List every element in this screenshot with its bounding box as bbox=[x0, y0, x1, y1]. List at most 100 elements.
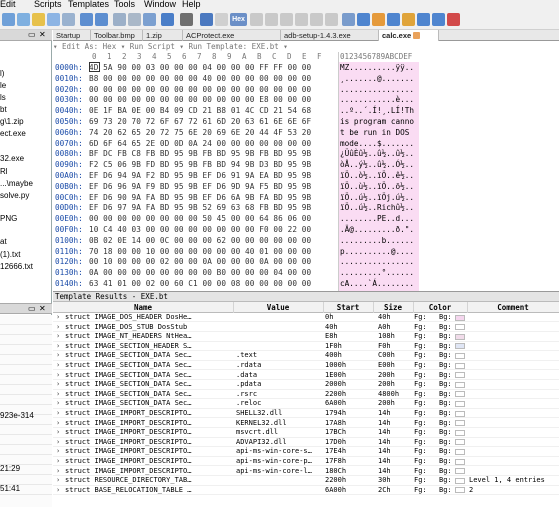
ascii-text[interactable]: cA....`Á........ bbox=[339, 278, 419, 289]
color-swatch[interactable] bbox=[455, 439, 465, 446]
redo-icon[interactable] bbox=[95, 13, 108, 26]
hex-row[interactable]: 0030h: 00 00 00 00 00 00 00 00 00 00 00 0… bbox=[53, 94, 559, 106]
tab-1-zip[interactable]: 1.zip bbox=[143, 30, 183, 41]
color-swatch[interactable] bbox=[455, 410, 465, 417]
hex-bytes[interactable]: 74 20 62 65 20 72 75 6E 20 69 6E 20 44 4… bbox=[89, 127, 311, 138]
bg-color-label[interactable]: Bg: bbox=[439, 467, 453, 476]
inspector-row[interactable] bbox=[0, 425, 52, 435]
fg-color-label[interactable]: Fg: bbox=[414, 313, 428, 322]
bg-color-label[interactable]: Bg: bbox=[439, 371, 453, 380]
hex-bytes[interactable]: 00 10 00 00 00 02 00 00 0A 00 00 00 0A 0… bbox=[89, 256, 311, 267]
file-item[interactable]: bt bbox=[0, 105, 7, 114]
fg-color-label[interactable]: Fg: bbox=[414, 399, 428, 408]
menu-tools[interactable]: Tools bbox=[114, 0, 135, 9]
color-swatch[interactable] bbox=[455, 458, 465, 465]
run-template-icon[interactable] bbox=[447, 13, 460, 26]
fg-color-label[interactable]: Fg: bbox=[414, 342, 428, 351]
file-item[interactable]: g\1.zip bbox=[0, 117, 24, 126]
fg-color-label[interactable]: Fg: bbox=[414, 371, 428, 380]
bg-color-label[interactable]: Bg: bbox=[439, 380, 453, 389]
template-row[interactable]: › struct IMAGE_SECTION_HEADER S… 1F0h F0h Fg… bbox=[53, 342, 559, 352]
inspector-row[interactable] bbox=[0, 345, 52, 355]
template-row[interactable]: › struct IMAGE_SECTION_DATA Sec… .rsrc 2200… bbox=[53, 390, 559, 400]
undo-icon[interactable] bbox=[80, 13, 93, 26]
ascii-text[interactable]: ................ bbox=[339, 256, 419, 268]
template-row[interactable]: › struct IMAGE_SECTION_DATA Sec… .reloc 6A0… bbox=[53, 399, 559, 409]
ascii-text[interactable]: ............è... bbox=[339, 94, 419, 106]
expand-arrow-icon[interactable]: › bbox=[56, 447, 60, 456]
ascii-text[interactable]: ¸.......@....... bbox=[339, 72, 419, 84]
fg-color-label[interactable]: Fg: bbox=[414, 419, 428, 428]
ascii-text[interactable]: .........°...... bbox=[339, 267, 419, 279]
expand-arrow-icon[interactable]: › bbox=[56, 457, 60, 466]
color-swatch[interactable] bbox=[455, 352, 465, 359]
expand-arrow-icon[interactable]: › bbox=[56, 361, 60, 370]
hex-row[interactable]: 00D0h: EF D6 97 9A FA BD 95 9B 52 69 63 6… bbox=[53, 202, 559, 214]
template-row[interactable]: › struct IMAGE_IMPORT_DESCRIPTO… api-ms-wi… bbox=[53, 467, 559, 476]
checksum-icon[interactable] bbox=[387, 13, 400, 26]
inspector-icon[interactable] bbox=[357, 13, 370, 26]
hex-bytes[interactable]: 00 00 00 00 00 00 00 00 00 00 00 00 00 0… bbox=[89, 84, 311, 95]
expand-arrow-icon[interactable]: › bbox=[56, 438, 60, 447]
color-swatch[interactable] bbox=[455, 324, 465, 331]
expand-arrow-icon[interactable]: › bbox=[56, 428, 60, 437]
color-swatch[interactable] bbox=[455, 391, 465, 398]
color-swatch[interactable] bbox=[455, 333, 465, 340]
tab-adb-setup[interactable]: adb-setup-1.4.3.exe bbox=[281, 30, 379, 41]
fg-color-label[interactable]: Fg: bbox=[414, 467, 428, 476]
print-icon[interactable] bbox=[180, 13, 193, 26]
expand-arrow-icon[interactable]: › bbox=[56, 467, 60, 476]
color-swatch[interactable] bbox=[455, 477, 465, 484]
template-row[interactable]: › struct IMAGE_NT_HEADERS NtHea… E8h 108h Fg… bbox=[53, 332, 559, 342]
hex-row[interactable]: 0080h: BF DC FB C8 FB BD 95 9B FB BD 95 9… bbox=[53, 148, 559, 160]
close-icon[interactable]: ✕ bbox=[39, 30, 46, 39]
fg-color-label[interactable]: Fg: bbox=[414, 351, 428, 360]
hex-row[interactable]: 0050h: 69 73 20 70 72 6F 67 72 61 6D 20 6… bbox=[53, 116, 559, 127]
bg-color-label[interactable]: Bg: bbox=[439, 323, 453, 332]
col-size[interactable]: Size bbox=[373, 302, 413, 313]
ascii-text[interactable]: .Ä@.........ð.". bbox=[339, 224, 419, 235]
hex-bytes[interactable]: 0E 1F BA 0E 00 B4 09 CD 21 B8 01 4C CD 2… bbox=[89, 105, 311, 116]
font-icon[interactable] bbox=[200, 13, 213, 26]
fg-color-label[interactable]: Fg: bbox=[414, 486, 428, 495]
hex-bytes[interactable]: 0B 02 0E 14 00 0C 00 00 00 62 00 00 00 0… bbox=[89, 235, 311, 246]
fg-color-label[interactable]: Fg: bbox=[414, 390, 428, 399]
template-row[interactable]: › struct IMAGE_DOS_HEADER DosHe… 0h 40h Fg: B… bbox=[53, 313, 559, 323]
hex-row[interactable]: 0020h: 00 00 00 00 00 00 00 00 00 00 00 0… bbox=[53, 83, 559, 95]
hex-row[interactable]: 0130h: 0A 00 00 00 00 00 00 00 00 B0 00 0… bbox=[53, 267, 559, 279]
hex-row[interactable]: 0100h: 0B 02 0E 14 00 0C 00 00 00 62 00 0… bbox=[53, 234, 559, 246]
paste-special-icon[interactable] bbox=[47, 13, 60, 26]
col-comment[interactable]: Comment bbox=[467, 302, 559, 313]
hex-bytes[interactable]: EF D6 96 9A F9 BD 95 9B EF D6 9D 9A F5 B… bbox=[89, 181, 311, 192]
hex-bytes[interactable]: BF DC FB C8 FB BD 95 9B FB BD 95 9B FB B… bbox=[89, 148, 311, 159]
hex-row[interactable]: 0060h: 74 20 62 65 20 72 75 6E 20 69 6E 2… bbox=[53, 126, 559, 138]
file-item[interactable]: ...\maybe bbox=[0, 179, 33, 188]
file-item[interactable]: solve.py bbox=[0, 191, 29, 200]
hex-row[interactable]: 0010h: B8 00 00 00 00 00 00 00 40 00 00 0… bbox=[53, 72, 559, 84]
ruler-icon[interactable] bbox=[325, 13, 338, 26]
hex-row[interactable]: 0110h: 70 18 00 00 10 00 00 00 00 00 00 4… bbox=[53, 245, 559, 257]
file-item[interactable]: at bbox=[0, 237, 7, 246]
ascii-text[interactable]: ïÖ..ù½..ïÖ..õ½.. bbox=[339, 180, 419, 192]
color-swatch[interactable] bbox=[455, 468, 465, 475]
expand-arrow-icon[interactable]: › bbox=[56, 380, 60, 389]
show-linefeeds-icon[interactable] bbox=[280, 13, 293, 26]
pin-icon[interactable]: ▭ bbox=[28, 30, 36, 39]
fg-color-label[interactable]: Fg: bbox=[414, 380, 428, 389]
inspector-row[interactable] bbox=[0, 335, 52, 345]
hex-row[interactable]: 0090h: F2 C5 06 9B FD BD 95 9B FB BD 94 9… bbox=[53, 159, 559, 171]
text-mode-icon[interactable] bbox=[215, 13, 228, 26]
tab-startup[interactable]: Startup bbox=[53, 30, 91, 41]
hex-row[interactable]: 0070h: 6D 6F 64 65 2E 0D 0D 0A 24 00 00 0… bbox=[53, 137, 559, 149]
bg-color-label[interactable]: Bg: bbox=[439, 447, 453, 456]
ascii-text[interactable]: mode....$....... bbox=[339, 137, 419, 149]
hex-bytes[interactable]: 69 73 20 70 72 6F 67 72 61 6D 20 63 61 6… bbox=[89, 116, 311, 127]
expand-arrow-icon[interactable]: › bbox=[56, 390, 60, 399]
cut-icon[interactable] bbox=[2, 13, 15, 26]
template-row[interactable]: › struct RESOURCE_DIRECTORY_TAB… 2200h 30h F… bbox=[53, 476, 559, 486]
file-item[interactable]: le bbox=[0, 81, 6, 90]
expand-arrow-icon[interactable]: › bbox=[56, 409, 60, 418]
word-wrap-icon[interactable] bbox=[250, 13, 263, 26]
color-swatch[interactable] bbox=[455, 420, 465, 427]
ascii-text[interactable]: is program canno bbox=[339, 116, 419, 127]
